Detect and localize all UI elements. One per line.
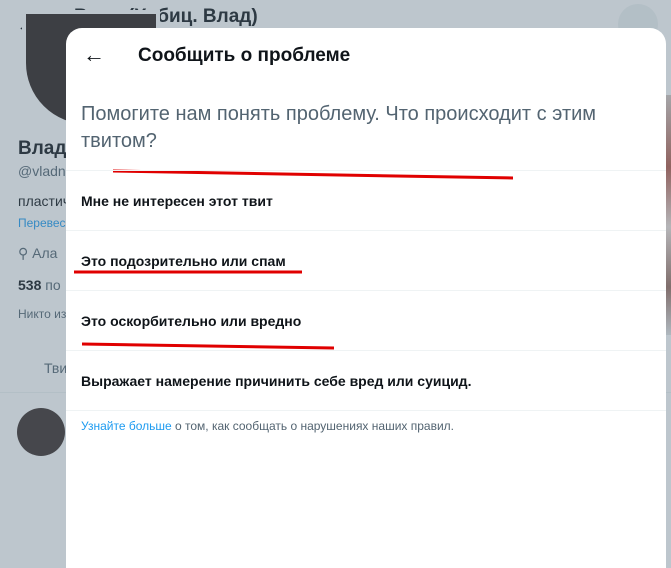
- back-arrow-icon[interactable]: ←: [78, 40, 110, 72]
- red-annotation-underline: [74, 270, 302, 274]
- option-label: Это подозрительно или спам: [81, 253, 286, 269]
- learn-more-link[interactable]: Узнайте больше: [81, 419, 172, 433]
- option-label: Это оскорбительно или вредно: [81, 313, 302, 329]
- option-spam[interactable]: Это подозрительно или спам: [66, 230, 666, 290]
- option-abusive[interactable]: Это оскорбительно или вредно: [66, 290, 666, 350]
- option-label: Мне не интересен этот твит: [81, 193, 273, 209]
- report-dialog: ← Сообщить о проблеме Помогите нам понят…: [66, 28, 666, 568]
- dialog-title: Сообщить о проблеме: [138, 45, 351, 66]
- option-not-interested[interactable]: Мне не интересен этот твит: [66, 170, 666, 230]
- dialog-header: ← Сообщить о проблеме: [66, 28, 666, 84]
- red-annotation-underline: [82, 342, 334, 350]
- viewport: ← Влад (Хабиц. Влад) Влад @vladn пластич…: [0, 0, 671, 568]
- footnote-text: о том, как сообщать о нарушениях наших п…: [171, 419, 454, 433]
- option-label: Выражает намерение причинить себе вред и…: [81, 373, 472, 389]
- dialog-question: Помогите нам понять проблему. Что происх…: [81, 103, 597, 152]
- option-self-harm[interactable]: Выражает намерение причинить себе вред и…: [66, 350, 666, 411]
- help-footnote: Узнайте больше о том, как сообщать о нар…: [81, 419, 454, 433]
